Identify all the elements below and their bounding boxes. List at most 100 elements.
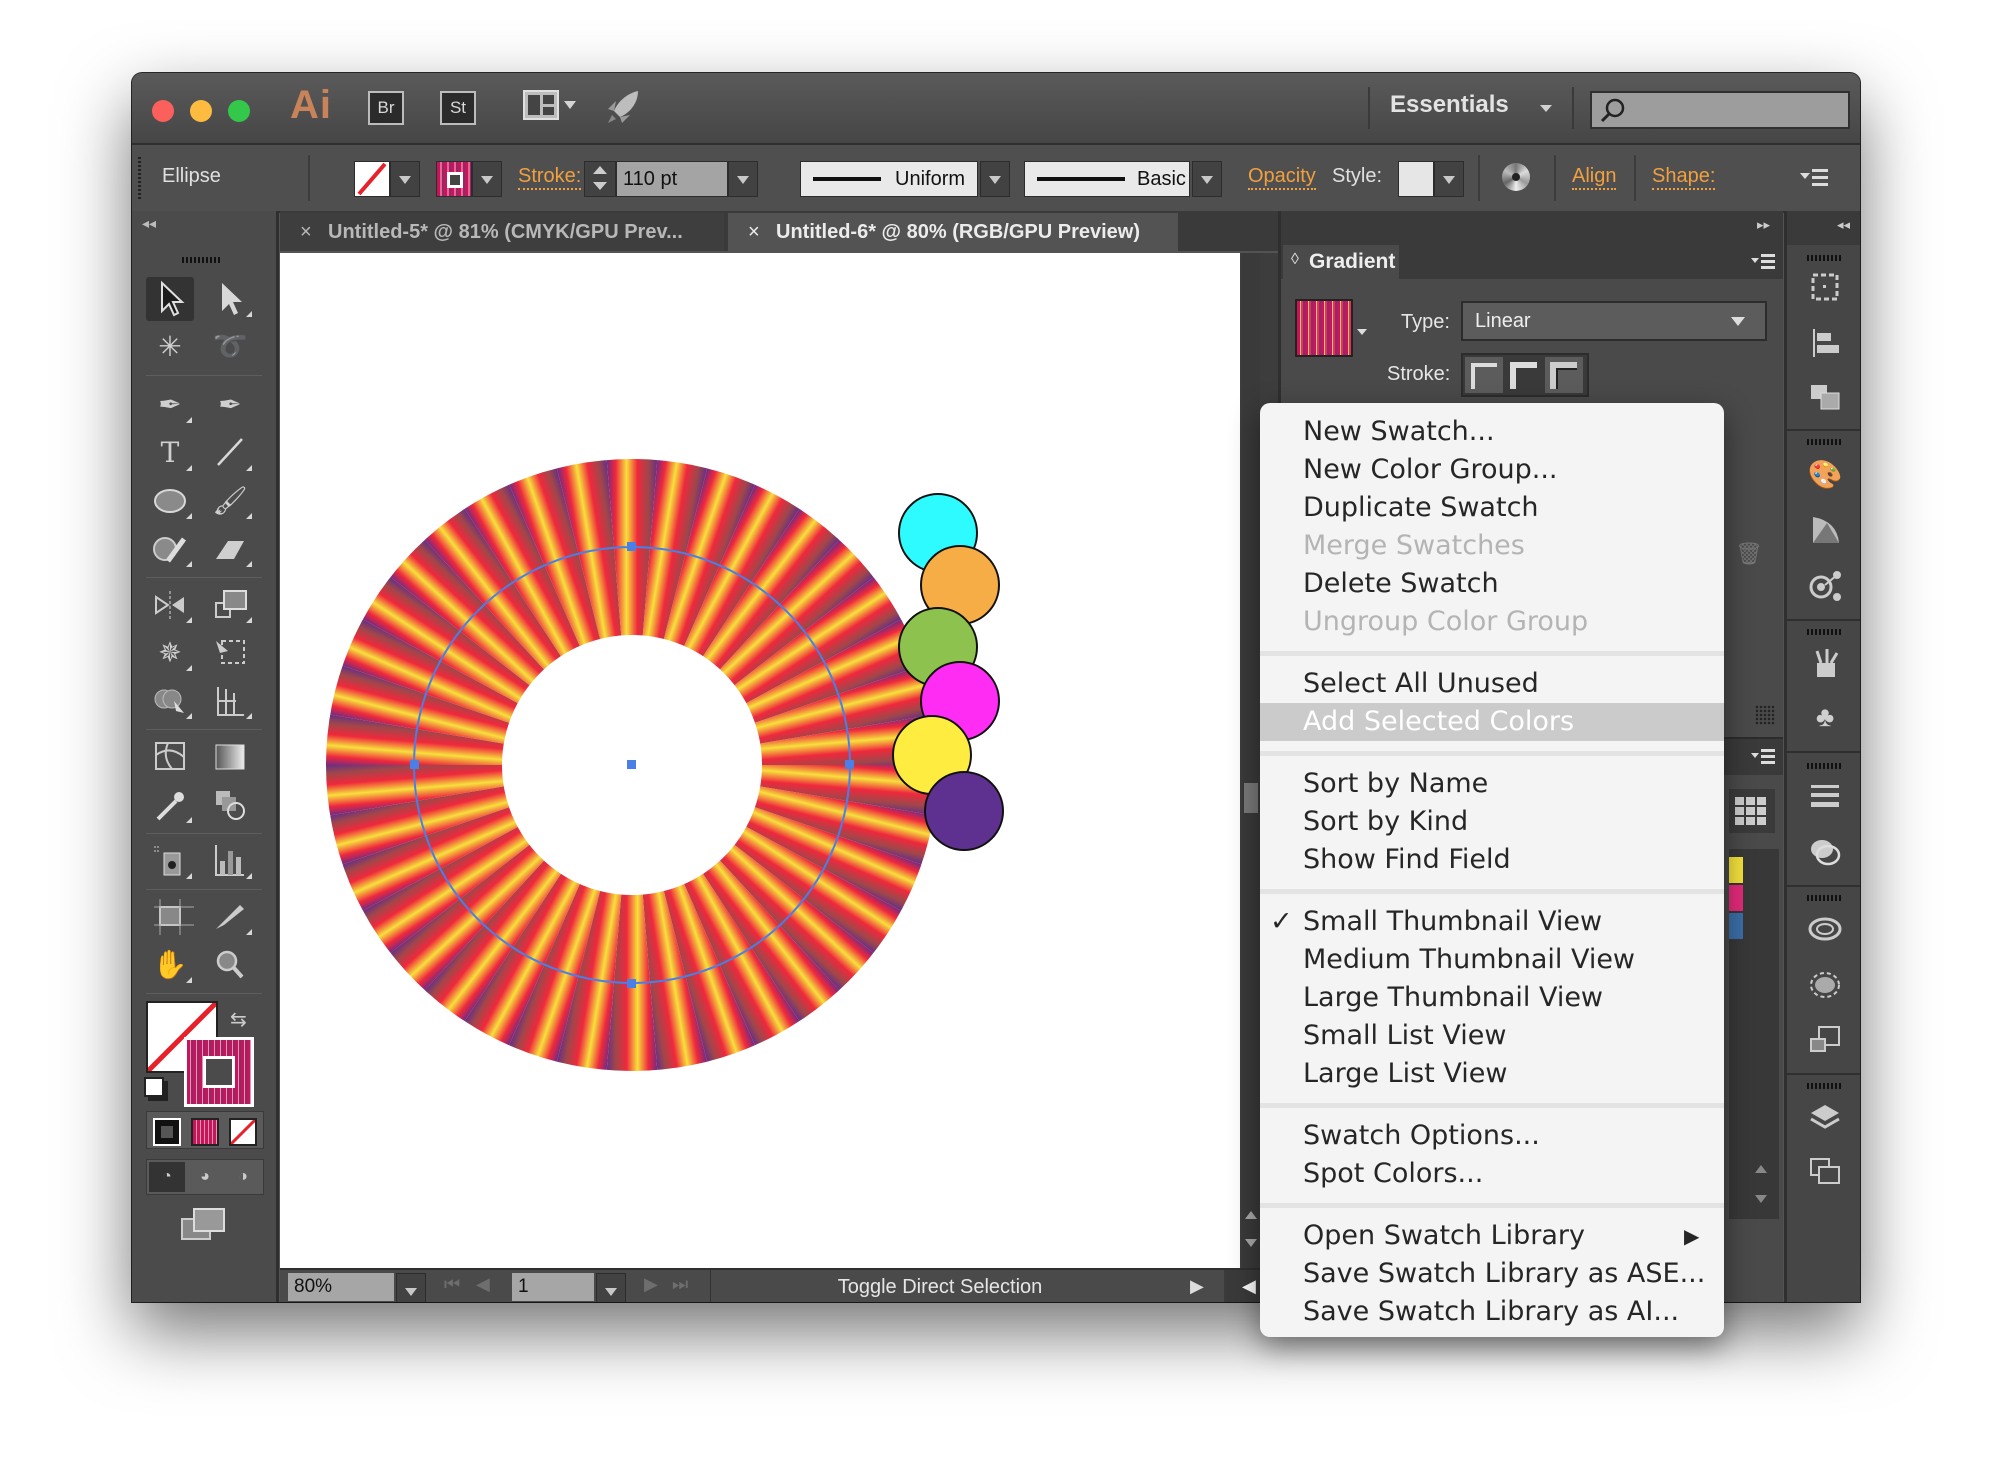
zoom-level-input[interactable]: 80% bbox=[288, 1273, 394, 1301]
shape-panel-link[interactable]: Shape: bbox=[1652, 165, 1716, 190]
step-down-icon[interactable] bbox=[593, 182, 607, 190]
graphic-style-swatch[interactable] bbox=[1398, 161, 1434, 197]
default-fill-stroke-icon[interactable] bbox=[144, 1077, 164, 1097]
panel-group-grip[interactable] bbox=[1807, 1083, 1843, 1089]
pathfinder-panel-button[interactable] bbox=[1807, 379, 1843, 415]
zoom-tool[interactable] bbox=[206, 943, 254, 987]
selection-tool[interactable] bbox=[146, 277, 194, 321]
color-panel-button[interactable] bbox=[1807, 511, 1843, 547]
none-mode-button[interactable] bbox=[229, 1118, 257, 1146]
blend-tool[interactable] bbox=[206, 783, 254, 827]
eraser-tool[interactable] bbox=[206, 527, 254, 571]
image-trace-panel-button[interactable] bbox=[1807, 967, 1843, 1003]
zoom-window-button[interactable] bbox=[228, 100, 250, 122]
anchor-point-left[interactable] bbox=[410, 760, 419, 769]
menu-item-delete-swatch[interactable]: Delete Swatch bbox=[1260, 565, 1724, 603]
delete-stop-icon[interactable]: 🗑 bbox=[1735, 541, 1763, 567]
align-panel-link[interactable]: Align bbox=[1572, 165, 1617, 190]
draw-normal-button[interactable]: ◔ bbox=[149, 1162, 185, 1192]
curvature-tool[interactable]: ✒ bbox=[206, 383, 254, 427]
stroke-dropdown-button[interactable] bbox=[472, 161, 502, 197]
gradient-swatch-preview[interactable] bbox=[1295, 299, 1353, 357]
color-guide-panel-button[interactable]: 🎨 bbox=[1807, 457, 1843, 493]
layers-panel-button[interactable] bbox=[1807, 1099, 1843, 1135]
color-mode-button[interactable] bbox=[153, 1118, 181, 1146]
panel-group-grip[interactable] bbox=[1807, 439, 1843, 445]
resize-grip-icon[interactable] bbox=[1755, 705, 1775, 725]
align-panel-button[interactable] bbox=[1807, 325, 1843, 361]
step-up-icon[interactable] bbox=[593, 166, 607, 174]
artboards-panel-button[interactable] bbox=[1807, 1021, 1843, 1057]
gradient-panel-tab[interactable]: ◊ Gradient bbox=[1283, 245, 1399, 279]
ellipse-tool[interactable] bbox=[146, 479, 194, 523]
panel-group-grip[interactable] bbox=[1807, 763, 1843, 769]
gradient-presets-chevron-icon[interactable] bbox=[1357, 329, 1367, 335]
menu-item-duplicate-swatch[interactable]: Duplicate Swatch bbox=[1260, 489, 1724, 527]
bridge-button[interactable]: Br bbox=[368, 91, 404, 125]
toolbar-grip[interactable] bbox=[182, 257, 222, 263]
hand-tool[interactable]: ✋ bbox=[146, 943, 194, 987]
menu-item-swatch-options[interactable]: Swatch Options... bbox=[1260, 1117, 1724, 1155]
menu-item-new-swatch[interactable]: New Swatch... bbox=[1260, 413, 1724, 451]
menu-item-save-swatch-library-as-ase[interactable]: Save Swatch Library as ASE... bbox=[1260, 1255, 1724, 1293]
shaper-tool[interactable] bbox=[146, 527, 194, 571]
workspace-chevron-down-icon[interactable] bbox=[1540, 105, 1552, 112]
type-tool[interactable]: T bbox=[146, 431, 194, 475]
libraries-panel-button[interactable] bbox=[1807, 911, 1843, 947]
lasso-tool[interactable]: ➰ bbox=[206, 325, 254, 369]
apply-gradient-across-stroke-button[interactable] bbox=[1545, 357, 1583, 393]
panel-group-grip[interactable] bbox=[1807, 255, 1843, 261]
transparency-panel-button[interactable] bbox=[1807, 833, 1843, 869]
zoom-level-dropdown-button[interactable] bbox=[396, 1273, 426, 1302]
swatches-panel-menu-button[interactable] bbox=[1751, 748, 1777, 771]
free-transform-tool[interactable] bbox=[206, 631, 254, 675]
scroll-left-icon[interactable]: ◀ bbox=[1242, 1276, 1256, 1297]
screen-mode-button[interactable] bbox=[178, 1205, 230, 1250]
draw-inside-button[interactable]: ◑ bbox=[225, 1162, 261, 1192]
status-menu-arrow-icon[interactable]: ▶ bbox=[1190, 1276, 1204, 1297]
workspace-switcher[interactable]: Essentials bbox=[1390, 91, 1509, 119]
scroll-up-icon[interactable] bbox=[1245, 1211, 1257, 1219]
vertical-scrollbar[interactable] bbox=[1242, 253, 1260, 1269]
menu-item-spot-colors[interactable]: Spot Colors... bbox=[1260, 1155, 1724, 1193]
appearance-panel-button[interactable] bbox=[1807, 567, 1843, 603]
next-artboard-icon[interactable]: ▶ bbox=[644, 1274, 658, 1295]
graphic-style-dropdown-button[interactable] bbox=[1434, 161, 1464, 197]
swatch-yellow[interactable] bbox=[1729, 857, 1743, 883]
perspective-grid-tool[interactable] bbox=[206, 679, 254, 723]
shape-builder-tool[interactable] bbox=[146, 679, 194, 723]
menu-item-save-swatch-library-as-ai[interactable]: Save Swatch Library as AI... bbox=[1260, 1293, 1724, 1331]
close-window-button[interactable] bbox=[152, 100, 174, 122]
close-tab-icon[interactable]: × bbox=[748, 213, 760, 251]
menu-item-medium-thumbnail-view[interactable]: Medium Thumbnail View bbox=[1260, 941, 1724, 979]
stroke-panel-link[interactable]: Stroke: bbox=[518, 165, 582, 190]
magic-wand-tool[interactable]: ✳ bbox=[146, 325, 194, 369]
puppet-warp-tool[interactable]: ✵ bbox=[146, 631, 194, 675]
scrollbar-thumb[interactable] bbox=[1244, 783, 1258, 813]
menu-item-select-all-unused[interactable]: Select All Unused bbox=[1260, 665, 1724, 703]
menu-item-sort-by-kind[interactable]: Sort by Kind bbox=[1260, 803, 1724, 841]
column-graph-tool[interactable] bbox=[206, 839, 254, 883]
apply-gradient-within-stroke-button[interactable] bbox=[1465, 357, 1503, 393]
menu-item-small-list-view[interactable]: Small List View bbox=[1260, 1017, 1724, 1055]
opacity-link[interactable]: Opacity bbox=[1248, 165, 1316, 190]
expand-panels-icon[interactable]: ▸▸ bbox=[1757, 217, 1770, 233]
symbol-sprayer-tool[interactable] bbox=[146, 839, 194, 883]
swatch-pink[interactable] bbox=[1729, 885, 1743, 911]
control-bar-menu-button[interactable] bbox=[1800, 167, 1830, 194]
anchor-point-top[interactable] bbox=[627, 542, 636, 551]
menu-item-large-list-view[interactable]: Large List View bbox=[1260, 1055, 1724, 1093]
slice-tool[interactable] bbox=[206, 895, 254, 939]
stroke-weight-stepper[interactable] bbox=[584, 161, 616, 197]
recolor-artwork-button[interactable] bbox=[1502, 163, 1530, 191]
swap-fill-stroke-icon[interactable]: ⇆ bbox=[230, 1007, 247, 1032]
scroll-down-icon[interactable] bbox=[1245, 1239, 1257, 1247]
tab-untitled-6[interactable]: × Untitled-6* @ 80% (RGB/GPU Preview) bbox=[728, 213, 1178, 251]
brush-definition-select[interactable]: Basic bbox=[1024, 161, 1190, 197]
swatches-grid[interactable] bbox=[1729, 849, 1779, 1219]
symbols-panel-button[interactable]: ♣ bbox=[1807, 699, 1843, 735]
menu-item-small-thumbnail-view[interactable]: ✓ Small Thumbnail View bbox=[1260, 903, 1724, 941]
panel-collapse-toggle-icon[interactable]: ◊ bbox=[1291, 251, 1299, 269]
reflect-tool[interactable] bbox=[146, 583, 194, 627]
draw-behind-button[interactable]: ◕ bbox=[187, 1162, 223, 1192]
